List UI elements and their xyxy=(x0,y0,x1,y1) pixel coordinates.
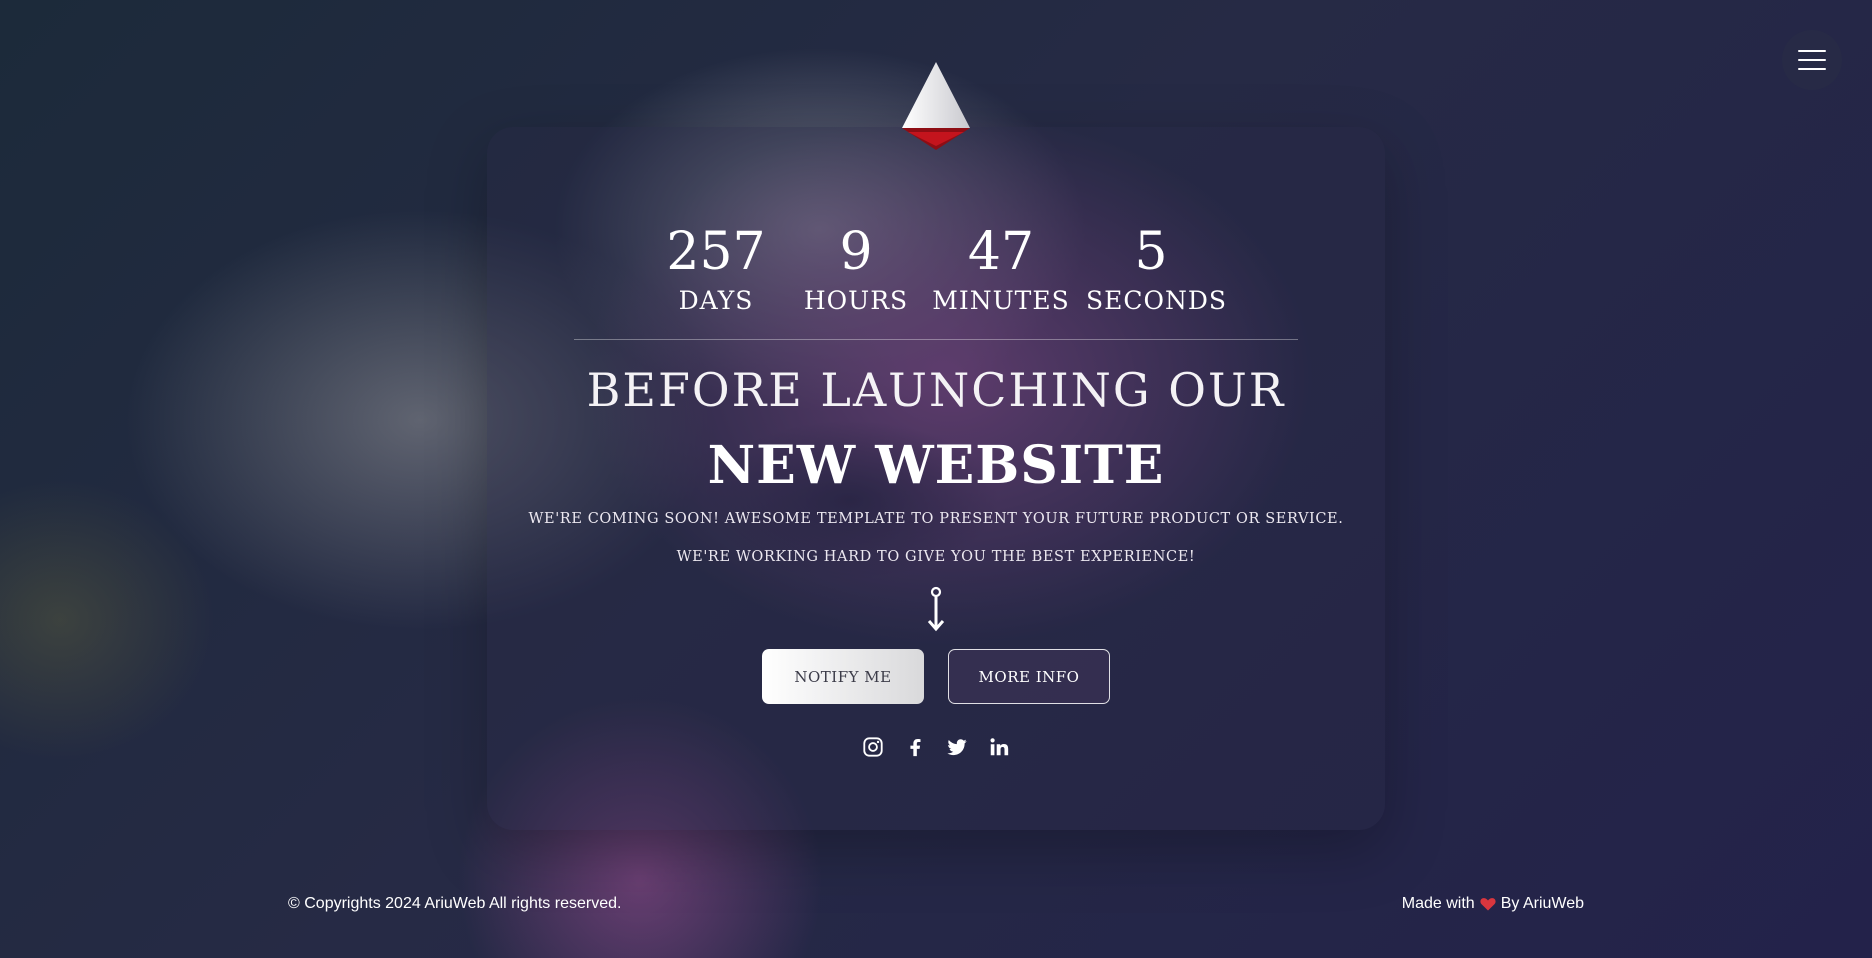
made-with-label: Made with xyxy=(1401,895,1475,912)
coming-soon-page: 257 DAYS 9 HOURS 47 MINUTES 5 SECONDS BE… xyxy=(0,0,1872,958)
seconds-label: SECONDS xyxy=(1086,286,1228,315)
hours-value: 9 xyxy=(839,222,873,282)
countdown: 257 DAYS 9 HOURS 47 MINUTES 5 SECONDS xyxy=(0,222,1872,318)
twitter-icon[interactable] xyxy=(946,736,968,758)
countdown-seconds: 5 SECONDS xyxy=(1086,222,1228,318)
heart-icon xyxy=(1480,898,1496,911)
countdown-days: 257 DAYS xyxy=(656,222,776,318)
countdown-minutes: 47 MINUTES xyxy=(926,222,1076,318)
headline-line2: NEW WEBSITE xyxy=(707,435,1165,496)
copyright-text: © Copyrights 2024 AriuWeb All rights res… xyxy=(288,895,622,912)
hamburger-menu-icon xyxy=(1798,50,1826,52)
menu-button[interactable] xyxy=(1782,30,1842,90)
notify-me-button[interactable]: NOTIFY ME xyxy=(762,649,924,704)
hours-label: HOURS xyxy=(803,286,909,315)
days-value: 257 xyxy=(666,222,766,282)
scroll-down-arrow-icon[interactable] xyxy=(924,586,948,634)
triangle-logo-icon xyxy=(902,62,970,150)
made-with-credit: Made with By AriuWeb xyxy=(1402,895,1584,913)
seconds-value: 5 xyxy=(1134,222,1168,282)
facebook-icon[interactable] xyxy=(904,736,926,758)
subtext-line1: WE'RE COMING SOON! AWESOME TEMPLATE TO P… xyxy=(528,511,1344,527)
headline-line1: BEFORE LAUNCHING OUR xyxy=(586,363,1286,417)
countdown-hours: 9 HOURS xyxy=(796,222,916,318)
instagram-icon[interactable] xyxy=(862,736,884,758)
author-link[interactable]: By AriuWeb xyxy=(1501,895,1584,913)
minutes-label: MINUTES xyxy=(932,286,1070,315)
subtext-line2: WE'RE WORKING HARD TO GIVE YOU THE BEST … xyxy=(676,549,1196,565)
divider xyxy=(574,339,1298,340)
minutes-value: 47 xyxy=(967,222,1035,282)
more-info-button[interactable]: MORE INFO xyxy=(948,649,1110,704)
days-label: DAYS xyxy=(678,286,754,315)
social-links xyxy=(0,736,1872,758)
linkedin-icon[interactable] xyxy=(988,736,1010,758)
